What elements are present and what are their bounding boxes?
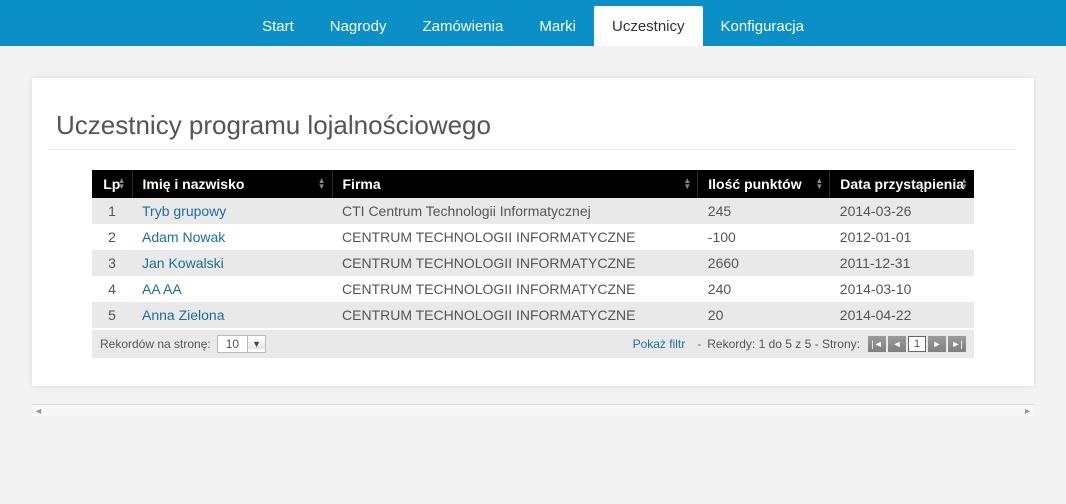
cell-date: 2014-04-22 <box>830 302 974 328</box>
sort-icon: ▲▼ <box>118 178 126 190</box>
header-points[interactable]: Ilość punktów ▲▼ <box>698 170 830 198</box>
nav-list: Start Nagrody Zamówienia Marki Uczestnic… <box>244 0 822 46</box>
cell-points: 240 <box>698 276 830 302</box>
pager-prev-button[interactable]: ◄ <box>888 336 906 352</box>
cell-name: Anna Zielona <box>132 302 332 328</box>
participant-link[interactable]: Anna Zielona <box>142 307 225 323</box>
participant-link[interactable]: Adam Nowak <box>142 229 225 245</box>
pagesize-label: Rekordów na stronę: <box>100 337 211 351</box>
participant-link[interactable]: Jan Kowalski <box>142 255 224 271</box>
cell-points: 20 <box>698 302 830 328</box>
cell-company: CENTRUM TECHNOLOGII INFORMATYCZNE <box>332 302 698 328</box>
table-row: 2 Adam Nowak CENTRUM TECHNOLOGII INFORMA… <box>92 224 974 250</box>
cell-company: CTI Centrum Technologii Informatycznej <box>332 198 698 224</box>
cell-date: 2011-12-31 <box>830 250 974 276</box>
page-title: Uczestnicy programu lojalnościowego <box>56 110 1016 141</box>
nav-item-nagrody[interactable]: Nagrody <box>312 6 405 46</box>
cell-company: CENTRUM TECHNOLOGII INFORMATYCZNE <box>332 250 698 276</box>
cell-company: CENTRUM TECHNOLOGII INFORMATYCZNE <box>332 276 698 302</box>
header-name-label: Imię i nazwisko <box>143 176 245 192</box>
cell-points: 2660 <box>698 250 830 276</box>
cell-name: Adam Nowak <box>132 224 332 250</box>
cell-company: CENTRUM TECHNOLOGII INFORMATYCZNE <box>332 224 698 250</box>
nav-item-zamowienia[interactable]: Zamówienia <box>404 6 521 46</box>
cell-lp: 4 <box>92 276 132 302</box>
cell-date: 2012-01-01 <box>830 224 974 250</box>
top-navbar: Start Nagrody Zamówienia Marki Uczestnic… <box>0 0 1066 46</box>
header-lp[interactable]: Lp ▲▼ <box>92 170 132 198</box>
table-row: 3 Jan Kowalski CENTRUM TECHNOLOGII INFOR… <box>92 250 974 276</box>
cell-name: Jan Kowalski <box>132 250 332 276</box>
scroll-left-icon[interactable]: ◄ <box>34 406 43 416</box>
cell-lp: 5 <box>92 302 132 328</box>
divider <box>50 149 1016 150</box>
main-panel: Uczestnicy programu lojalnościowego Lp ▲… <box>32 78 1034 386</box>
pagesize-value: 10 <box>218 336 248 352</box>
header-date-label: Data przystąpienia <box>840 176 964 192</box>
nav-item-marki[interactable]: Marki <box>521 6 594 46</box>
nav-item-konfiguracja[interactable]: Konfiguracja <box>703 6 822 46</box>
cell-name: AA AA <box>132 276 332 302</box>
pager: |◄ ◄ 1 ► ►| <box>868 336 966 352</box>
header-name[interactable]: Imię i nazwisko ▲▼ <box>132 170 332 198</box>
nav-item-uczestnicy[interactable]: Uczestnicy <box>594 6 703 46</box>
cell-points: -100 <box>698 224 830 250</box>
sort-icon: ▲▼ <box>815 178 823 190</box>
pager-current-page[interactable]: 1 <box>908 336 926 352</box>
cell-points: 245 <box>698 198 830 224</box>
table-row: 5 Anna Zielona CENTRUM TECHNOLOGII INFOR… <box>92 302 974 328</box>
cell-date: 2014-03-26 <box>830 198 974 224</box>
separator: - <box>697 337 701 351</box>
sort-icon: ▲▼ <box>960 178 968 190</box>
cell-name: Tryb grupowy <box>132 198 332 224</box>
header-points-label: Ilość punktów <box>708 176 801 192</box>
pager-next-button[interactable]: ► <box>928 336 946 352</box>
show-filter-link[interactable]: Pokaż filtr <box>633 337 686 351</box>
cell-lp: 1 <box>92 198 132 224</box>
scroll-right-icon[interactable]: ► <box>1023 406 1032 416</box>
header-company[interactable]: Firma ▲▼ <box>332 170 698 198</box>
cell-date: 2014-03-10 <box>830 276 974 302</box>
header-company-label: Firma <box>343 176 381 192</box>
table-footer: Rekordów na stronę: 10 ▼ Pokaż filtr - R… <box>92 330 974 358</box>
cell-lp: 2 <box>92 224 132 250</box>
cell-lp: 3 <box>92 250 132 276</box>
table-wrap: Lp ▲▼ Imię i nazwisko ▲▼ Firma ▲▼ Ilość … <box>92 170 974 358</box>
sort-icon: ▲▼ <box>683 178 691 190</box>
pagesize-dropdown-icon[interactable]: ▼ <box>248 339 265 349</box>
pagesize-selector[interactable]: 10 ▼ <box>217 335 266 353</box>
header-date[interactable]: Data przystąpienia ▲▼ <box>830 170 974 198</box>
pager-first-button[interactable]: |◄ <box>868 336 886 352</box>
participant-link[interactable]: Tryb grupowy <box>142 203 226 219</box>
horizontal-scrollbar[interactable]: ◄ ► <box>32 404 1034 416</box>
participants-table: Lp ▲▼ Imię i nazwisko ▲▼ Firma ▲▼ Ilość … <box>92 170 974 328</box>
records-info: Rekordy: 1 do 5 z 5 - Strony: <box>707 337 860 351</box>
pager-last-button[interactable]: ►| <box>948 336 966 352</box>
nav-item-start[interactable]: Start <box>244 6 312 46</box>
sort-icon: ▲▼ <box>318 178 326 190</box>
table-row: 4 AA AA CENTRUM TECHNOLOGII INFORMATYCZN… <box>92 276 974 302</box>
table-row: 1 Tryb grupowy CTI Centrum Technologii I… <box>92 198 974 224</box>
participant-link[interactable]: AA AA <box>142 281 182 297</box>
